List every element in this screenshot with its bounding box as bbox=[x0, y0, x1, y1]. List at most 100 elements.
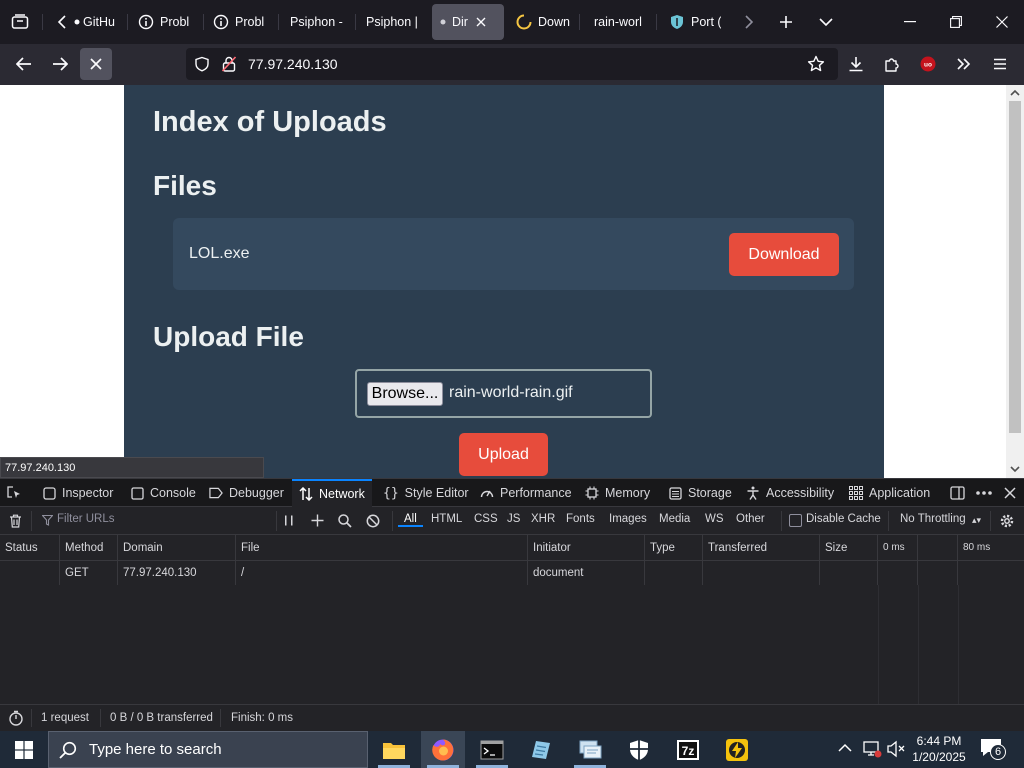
taskbar-firefox[interactable] bbox=[421, 731, 465, 768]
tab-label: Probl bbox=[235, 15, 265, 29]
insecure-lock-icon[interactable] bbox=[222, 56, 236, 72]
column-method[interactable]: Method bbox=[60, 535, 118, 561]
bookmark-star-icon[interactable] bbox=[807, 55, 825, 73]
devtools-tab-application[interactable]: Application bbox=[849, 479, 930, 507]
tab-problem-2[interactable]: Probl bbox=[213, 5, 273, 39]
column-size[interactable]: Size bbox=[820, 535, 878, 561]
add-request-blocking-button[interactable] bbox=[311, 514, 324, 527]
tab-scroll-left-button[interactable] bbox=[52, 10, 72, 34]
filter-other[interactable]: Other bbox=[736, 513, 765, 525]
notification-center-button[interactable]: 6 bbox=[980, 738, 1008, 762]
close-window-button[interactable] bbox=[980, 6, 1024, 38]
performance-analysis-button[interactable] bbox=[8, 710, 24, 726]
taskbar-windows-security[interactable] bbox=[617, 731, 661, 768]
devtools-tab-style-editor[interactable]: {} Style Editor bbox=[383, 479, 469, 507]
devtools-menu-button[interactable] bbox=[976, 491, 992, 495]
close-devtools-button[interactable] bbox=[1004, 487, 1016, 499]
dock-side-button[interactable] bbox=[950, 486, 965, 500]
disable-cache-checkbox[interactable] bbox=[789, 514, 802, 527]
taskbar-terminal[interactable] bbox=[470, 731, 514, 768]
list-all-tabs-button[interactable] bbox=[814, 10, 838, 34]
download-button[interactable]: Download bbox=[729, 233, 839, 276]
scroll-down-arrow-icon[interactable] bbox=[1010, 465, 1020, 473]
transferred-total: 0 B / 0 B transferred bbox=[110, 712, 213, 724]
scroll-up-arrow-icon[interactable] bbox=[1010, 89, 1020, 97]
taskbar-search-box[interactable]: Type here to search bbox=[48, 731, 368, 768]
browse-button[interactable]: Browse... bbox=[367, 382, 443, 406]
taskbar-app-bolt[interactable] bbox=[715, 731, 759, 768]
devtools-tab-accessibility[interactable]: Accessibility bbox=[746, 479, 834, 507]
tab-rain-world[interactable]: rain-worl bbox=[594, 5, 648, 39]
volume-muted-icon[interactable] bbox=[886, 740, 906, 758]
url-text[interactable]: 77.97.240.130 bbox=[248, 56, 338, 72]
tab-overview-button[interactable] bbox=[8, 10, 32, 34]
column-status[interactable]: Status bbox=[0, 535, 60, 561]
tracking-protection-shield-icon[interactable] bbox=[194, 56, 210, 72]
tab-download[interactable]: Down bbox=[516, 5, 572, 39]
tab-port[interactable]: Port ( bbox=[669, 5, 721, 39]
downloads-button[interactable] bbox=[842, 50, 870, 78]
start-button[interactable] bbox=[2, 731, 46, 768]
column-transferred[interactable]: Transferred bbox=[703, 535, 820, 561]
app-menu-button[interactable] bbox=[986, 50, 1014, 78]
devtools-tab-storage[interactable]: Storage bbox=[668, 479, 732, 507]
filter-html[interactable]: HTML bbox=[431, 513, 462, 525]
url-bar[interactable]: 77.97.240.130 bbox=[186, 48, 838, 80]
show-hidden-icons-button[interactable] bbox=[838, 743, 852, 753]
stop-button[interactable] bbox=[80, 48, 112, 80]
taskbar-clock[interactable]: 6:44 PM 1/20/2025 bbox=[910, 733, 968, 766]
devtools-tab-performance[interactable]: Performance bbox=[480, 479, 572, 507]
new-tab-button[interactable] bbox=[774, 10, 798, 34]
tab-psiphon-1[interactable]: Psiphon - bbox=[290, 5, 352, 39]
table-row[interactable]: GET 77.97.240.130 / document bbox=[0, 561, 1024, 585]
filter-media[interactable]: Media bbox=[659, 513, 690, 525]
filter-fonts[interactable]: Fonts bbox=[566, 513, 595, 525]
close-tab-icon[interactable] bbox=[476, 17, 486, 27]
page-scrollbar[interactable] bbox=[1006, 85, 1024, 478]
ublock-extension-button[interactable]: uo bbox=[914, 50, 942, 78]
gauge-icon bbox=[480, 486, 494, 500]
network-settings-button[interactable] bbox=[999, 513, 1015, 529]
filter-urls-input[interactable]: Filter URLs bbox=[38, 511, 274, 531]
scrollbar-thumb[interactable] bbox=[1009, 101, 1021, 433]
column-type[interactable]: Type bbox=[645, 535, 703, 561]
devtools-tab-debugger[interactable]: Debugger bbox=[209, 479, 284, 507]
minimize-button[interactable] bbox=[888, 6, 932, 38]
filter-css[interactable]: CSS bbox=[474, 513, 498, 525]
upload-button[interactable]: Upload bbox=[459, 433, 548, 476]
back-button[interactable] bbox=[10, 50, 38, 78]
file-input[interactable]: Browse... rain-world-rain.gif bbox=[355, 369, 652, 418]
tab-scroll-right-button[interactable] bbox=[738, 10, 760, 34]
taskbar-app-notes[interactable] bbox=[519, 731, 563, 768]
tab-problem-1[interactable]: Probl bbox=[138, 5, 198, 39]
tab-psiphon-2[interactable]: Psiphon | bbox=[366, 5, 426, 39]
devtools-tab-inspector[interactable]: Inspector bbox=[42, 479, 113, 507]
forward-button[interactable] bbox=[46, 50, 74, 78]
tab-github[interactable]: GitHu bbox=[74, 5, 120, 39]
taskbar-file-explorer[interactable] bbox=[372, 731, 416, 768]
devtools-tab-console[interactable]: Console bbox=[130, 479, 196, 507]
taskbar-7zip[interactable]: 7z bbox=[666, 731, 710, 768]
search-requests-button[interactable] bbox=[338, 514, 352, 528]
filter-ws[interactable]: WS bbox=[705, 513, 724, 525]
filter-xhr[interactable]: XHR bbox=[531, 513, 555, 525]
block-requests-button[interactable] bbox=[366, 514, 380, 528]
devtools-tab-network[interactable]: Network bbox=[292, 479, 372, 507]
restore-button[interactable] bbox=[934, 6, 978, 38]
devtools-tab-memory[interactable]: Memory bbox=[585, 479, 650, 507]
filter-images[interactable]: Images bbox=[609, 513, 647, 525]
column-initiator[interactable]: Initiator bbox=[528, 535, 645, 561]
taskbar-app-rdp[interactable] bbox=[568, 731, 612, 768]
filter-all[interactable]: All bbox=[398, 513, 423, 527]
overflow-menu-button[interactable] bbox=[950, 50, 978, 78]
extensions-button[interactable] bbox=[878, 50, 906, 78]
element-picker-button[interactable] bbox=[6, 485, 22, 501]
column-file[interactable]: File bbox=[236, 535, 528, 561]
pause-recording-button[interactable] bbox=[284, 515, 294, 526]
filter-js[interactable]: JS bbox=[507, 513, 520, 525]
tab-directory-active[interactable]: Dir bbox=[432, 4, 504, 40]
network-status-icon[interactable] bbox=[862, 740, 882, 758]
column-domain[interactable]: Domain bbox=[118, 535, 236, 561]
clear-requests-button[interactable] bbox=[9, 514, 22, 528]
throttling-select[interactable]: No Throttling bbox=[900, 513, 966, 525]
